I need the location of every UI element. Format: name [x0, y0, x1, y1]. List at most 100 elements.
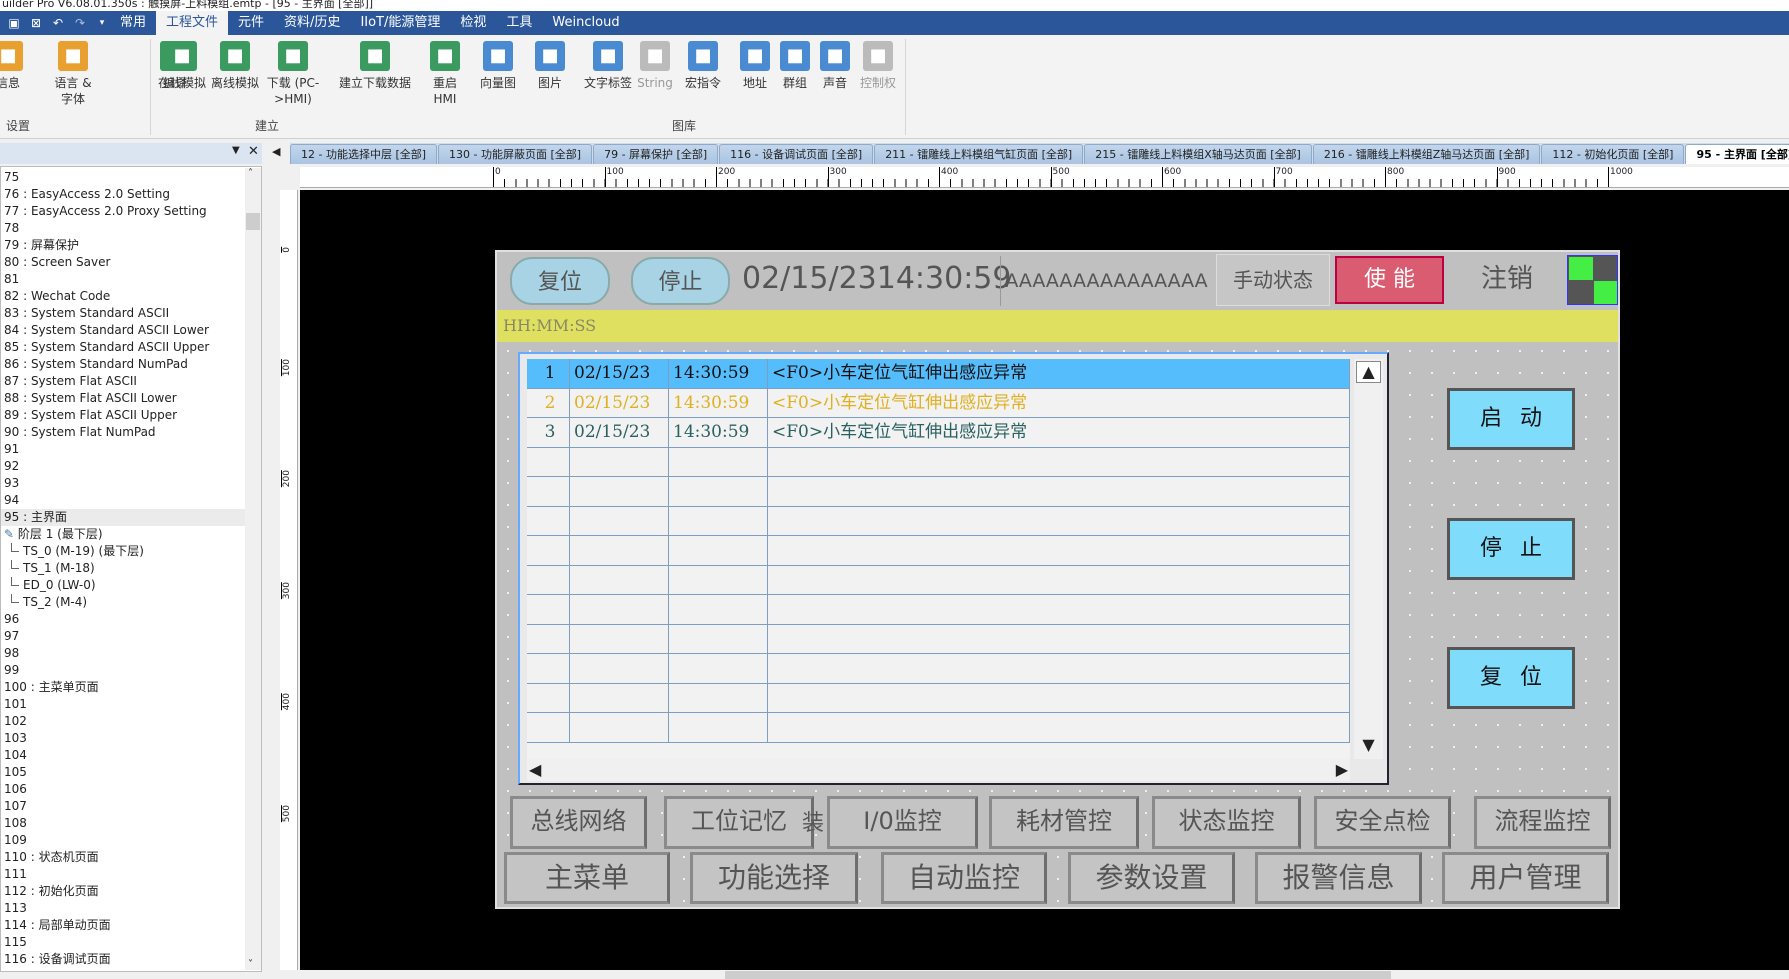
tree-page[interactable]: 113 — [1, 900, 261, 917]
nav-button-row2-1[interactable]: 功能选择 — [690, 852, 858, 904]
scroll-up-icon[interactable]: ▲ — [1356, 361, 1381, 383]
tab-page[interactable]: 130 - 功能屏蔽页面 [全部] — [438, 144, 593, 164]
customize-icon[interactable]: ▾ — [94, 18, 110, 28]
stop-button[interactable]: 停止 — [631, 257, 730, 305]
enable-button[interactable]: 使 能 — [1335, 256, 1444, 304]
close-icon[interactable]: ✕ — [248, 144, 259, 159]
alarm-row[interactable]: 3 02/15/23 14:30:59 <F0>小车定位气缸伸出感应异常 — [527, 418, 1350, 448]
scroll-right-icon[interactable]: ▶ — [1336, 760, 1348, 779]
nav-button-row1-0[interactable]: 总线网络 — [510, 796, 647, 849]
tree-page[interactable]: 81 — [1, 271, 261, 288]
canvas-hscrollbar[interactable] — [300, 970, 1789, 979]
empty-row[interactable] — [527, 536, 1350, 566]
tree-page[interactable]: 99 — [1, 662, 261, 679]
tree-page[interactable]: 108 — [1, 815, 261, 832]
nav-button-row1-1[interactable]: 工位记忆 — [664, 796, 814, 849]
nav-button-row1-6[interactable]: 流程监控 — [1474, 796, 1611, 849]
nav-button-row2-0[interactable]: 主菜单 — [504, 852, 670, 904]
tab-page[interactable]: 215 - 镭雕线上料模组X轴马达页面 [全部] — [1084, 144, 1312, 164]
nav-button-row2-2[interactable]: 自动监控 — [881, 852, 1047, 904]
empty-row[interactable] — [527, 447, 1350, 477]
side-button-1[interactable]: 停止 — [1447, 518, 1575, 580]
tree-object[interactable]: TS_1 (M-18) — [1, 560, 261, 577]
menu-1[interactable]: 工程文件 — [156, 11, 229, 35]
tree-object[interactable]: ED_0 (LW-0) — [1, 577, 261, 594]
tree-object[interactable]: TS_0 (M-19) (最下层) — [1, 543, 261, 560]
ribbon-macro-button[interactable]: ■ 宏指令 — [683, 41, 723, 91]
tree-scrollbar[interactable]: ˄ ˅ — [245, 168, 261, 970]
empty-row[interactable] — [527, 654, 1350, 684]
tree-page[interactable]: 88 : System Flat ASCII Lower — [1, 390, 261, 407]
ribbon-string-button[interactable]: ■ String — [635, 41, 675, 91]
ribbon-sd-card-button[interactable]: ■ 建立下载数据 — [335, 41, 415, 91]
alarm-hscrollbar[interactable]: ◀ ▶ — [527, 759, 1350, 781]
tab-page[interactable]: 79 - 屏幕保护 [全部] — [593, 144, 719, 164]
tab-page[interactable]: 116 - 设备调试页面 [全部] — [719, 144, 874, 164]
dropdown-icon[interactable]: ▼ — [232, 145, 240, 156]
nav-button-row2-4[interactable]: 报警信息 — [1255, 852, 1422, 904]
tree-page[interactable]: 85 : System Standard ASCII Upper — [1, 339, 261, 356]
tree-page[interactable]: 111 — [1, 866, 261, 883]
tree-page[interactable]: 97 — [1, 628, 261, 645]
tree-page[interactable]: 78 — [1, 220, 261, 237]
tree-page[interactable]: 79 : 屏幕保护 — [1, 237, 261, 254]
menu-7[interactable]: Weincloud — [542, 11, 629, 35]
tree-page[interactable]: 109 — [1, 832, 261, 849]
nav-button-row1-3[interactable]: 耗材管控 — [989, 796, 1139, 849]
tree-page[interactable]: 102 — [1, 713, 261, 730]
tree-page[interactable]: 84 : System Standard ASCII Lower — [1, 322, 261, 339]
tab-page[interactable]: 95 - 主界面 [全部] — [1685, 144, 1789, 164]
undo-icon[interactable]: ↶ — [50, 16, 66, 30]
tree-layer[interactable]: ✎ 阶层 1 (最下层) — [1, 526, 261, 543]
tree-page[interactable]: 103 — [1, 730, 261, 747]
empty-row[interactable] — [527, 506, 1350, 536]
tab-page[interactable]: 112 - 初始化页面 [全部] — [1541, 144, 1685, 164]
tree-page[interactable]: 110 : 状态机页面 — [1, 849, 261, 866]
tree-page[interactable]: 112 : 初始化页面 — [1, 883, 261, 900]
tree-page[interactable]: 116 : 设备调试页面 — [1, 951, 261, 968]
ribbon-offline-sim-button[interactable]: ■ 离线模拟 — [205, 41, 265, 91]
ribbon-address-button[interactable]: ■ 地址 — [735, 41, 775, 91]
menu-0[interactable]: 常用 — [110, 11, 156, 35]
tree-page[interactable]: 96 — [1, 611, 261, 628]
nav-button-row2-5[interactable]: 用户管理 — [1442, 852, 1609, 904]
alarm-vscrollbar[interactable]: ▲ ▼ — [1354, 359, 1383, 759]
tree-page[interactable]: 100 : 主菜单页面 — [1, 679, 261, 696]
side-button-0[interactable]: 启动 — [1447, 388, 1575, 450]
tab-scroll-left-icon[interactable]: ◀ — [272, 145, 280, 158]
tree-page[interactable]: 94 — [1, 492, 261, 509]
logout-button[interactable]: 注销 — [1449, 254, 1565, 306]
nav-button-row1-5[interactable]: 安全点检 — [1314, 796, 1451, 849]
tab-page[interactable]: 12 - 功能选择中层 [全部] — [290, 144, 438, 164]
tab-page[interactable]: 216 - 镭雕线上料模组Z轴马达页面 [全部] — [1312, 144, 1541, 164]
tree-page[interactable]: 98 — [1, 645, 261, 662]
tree-page[interactable]: 75 — [1, 169, 261, 186]
tree-page[interactable]: 77 : EasyAccess 2.0 Proxy Setting — [1, 203, 261, 220]
ribbon-info-button[interactable]: ■ 信息 — [0, 41, 28, 91]
tree-page[interactable]: 82 : Wechat Code — [1, 288, 261, 305]
tree-page[interactable]: 87 : System Flat ASCII — [1, 373, 261, 390]
ribbon-restart-hmi-button[interactable]: ■ 重启 HMI — [425, 41, 465, 107]
tree-page[interactable]: 104 — [1, 747, 261, 764]
menu-5[interactable]: 检视 — [450, 11, 496, 35]
tree-page[interactable]: 93 — [1, 475, 261, 492]
nav-button-row2-3[interactable]: 参数设置 — [1068, 852, 1235, 904]
save-as-icon[interactable]: ⊠ — [28, 16, 44, 30]
empty-row[interactable] — [527, 477, 1350, 507]
empty-row[interactable] — [527, 713, 1350, 743]
tree-page[interactable]: 90 : System Flat NumPad — [1, 424, 261, 441]
tree-page[interactable]: 114 : 局部单动页面 — [1, 917, 261, 934]
menu-3[interactable]: 资料/历史 — [274, 11, 350, 35]
alarm-row[interactable]: 2 02/15/23 14:30:59 <F0>小车定位气缸伸出感应异常 — [527, 388, 1350, 418]
ribbon-sound-button[interactable]: ■ 声音 — [815, 41, 855, 91]
side-button-2[interactable]: 复位 — [1447, 647, 1575, 709]
tree-page[interactable]: 86 : System Standard NumPad — [1, 356, 261, 373]
nav-button-row1-4[interactable]: 状态监控 — [1152, 796, 1301, 849]
redo-icon[interactable]: ↷ — [72, 16, 88, 30]
alarm-row[interactable]: 1 02/15/23 14:30:59 <F0>小车定位气缸伸出感应异常 — [527, 359, 1350, 389]
empty-row[interactable] — [527, 595, 1350, 625]
tree-page[interactable]: 91 — [1, 441, 261, 458]
save-icon[interactable]: ▣ — [6, 16, 22, 30]
reset-button[interactable]: 复位 — [510, 257, 610, 305]
nav-button-row1-2[interactable]: I/0监控 — [827, 796, 978, 849]
